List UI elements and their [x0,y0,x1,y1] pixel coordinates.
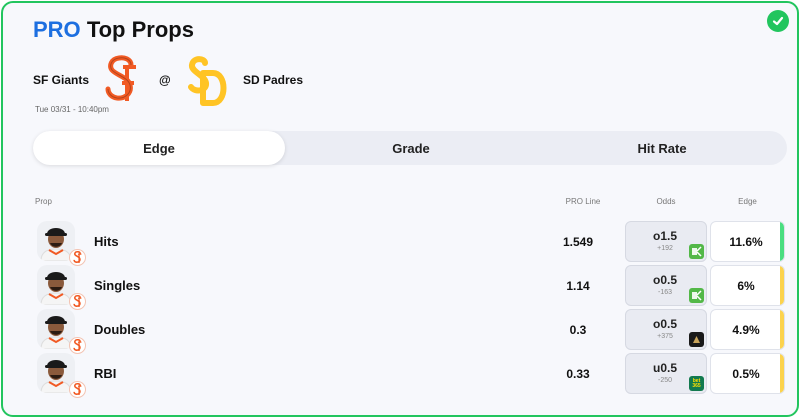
tab-grade[interactable]: Grade [285,131,537,165]
bet365-icon: bet 365 [689,376,704,391]
table-row[interactable]: Doubles 0.3 o0.5 +375 4.9% [33,309,787,354]
tab-edge[interactable]: Edge [33,131,285,165]
edge-value: 11.6% [729,235,763,249]
at-symbol: @ [159,73,171,87]
giants-logo-icon [69,293,86,310]
padres-logo-icon [188,56,227,106]
prop-name: Doubles [94,322,146,337]
props-card: PRO Top Props SF Giants @ SD Padres Tue … [1,1,799,417]
edge-indicator [780,310,784,349]
away-team-name: SF Giants [33,73,90,87]
column-header-pro-line: PRO Line [565,197,601,206]
giants-logo-icon [69,337,86,354]
pro-line-value: 1.549 [562,235,594,249]
pro-line-value: 0.33 [566,367,590,381]
edge-box: 0.5% [710,353,785,394]
table-row[interactable]: Singles 1.14 o0.5 -163 6% [33,265,787,310]
edge-box: 6% [710,265,785,306]
sort-tabs: Edge Grade Hit Rate [33,131,787,165]
pro-line-value: 1.14 [566,279,590,293]
bet365-label: bet 365 [692,377,701,389]
matchup: SF Giants @ SD Padres [33,55,433,107]
pro-label: PRO [33,17,81,42]
betmgm-icon [689,332,704,347]
edge-box: 11.6% [710,221,785,262]
odds-line: u0.5 [652,361,677,375]
check-icon [767,10,789,32]
odds-line: o0.5 [652,317,677,331]
odds-box[interactable]: o0.5 -163 [625,265,707,306]
odds-line: o1.5 [652,229,677,243]
edge-value: 6% [737,279,755,293]
table-row[interactable]: Hits 1.549 o1.5 +192 11.6% [33,221,787,266]
giants-logo-icon [69,249,86,266]
giants-logo-icon [69,381,86,398]
page-title: PRO Top Props [33,17,194,43]
home-team-name: SD Padres [243,73,304,87]
tab-hit-rate[interactable]: Hit Rate [537,131,787,165]
odds-box[interactable]: o1.5 +192 [625,221,707,262]
game-datetime: Tue 03/31 - 10:40pm [35,105,109,114]
odds-box[interactable]: u0.5 -250 bet 365 [625,353,707,394]
column-header-odds: Odds [656,197,676,206]
column-header-prop: Prop [35,197,52,206]
draftkings-icon [689,288,704,303]
edge-box: 4.9% [710,309,785,350]
edge-indicator [780,354,784,393]
prop-name: Singles [94,278,141,293]
column-header-edge: Edge [738,197,757,206]
draftkings-icon [689,244,704,259]
giants-logo-icon [105,55,136,101]
odds-box[interactable]: o0.5 +375 [625,309,707,350]
edge-indicator [780,266,784,305]
prop-name: Hits [94,234,119,249]
title-text: Top Props [86,17,194,42]
edge-value: 4.9% [732,323,760,337]
pro-line-value: 0.3 [569,323,587,337]
edge-value: 0.5% [732,367,760,381]
edge-indicator [780,222,784,261]
odds-line: o0.5 [652,273,677,287]
prop-name: RBI [94,366,117,381]
table-row[interactable]: RBI 0.33 u0.5 -250 bet 365 0.5% [33,353,787,398]
